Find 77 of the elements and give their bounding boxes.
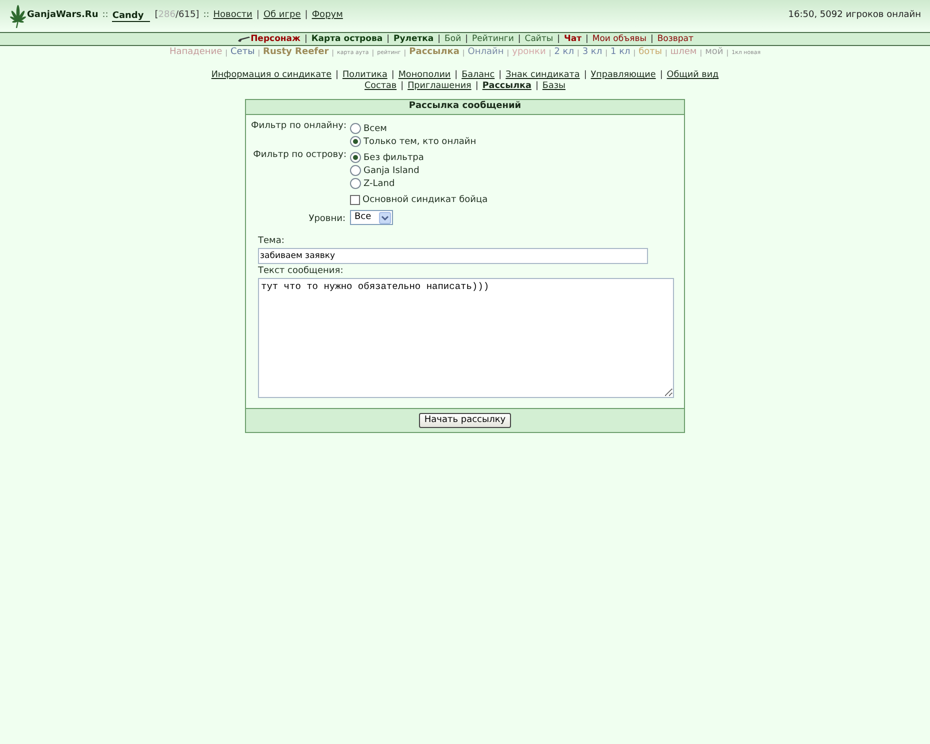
header-divider: :: — [102, 9, 108, 22]
syndicate-menu-link[interactable]: Информация о синдикате — [211, 70, 332, 81]
radio-label: Без фильтра — [363, 152, 424, 166]
syndicate-menu-link[interactable]: Управляющие — [590, 70, 656, 81]
syndicate-menu-link[interactable]: Баланс — [462, 70, 495, 81]
link-separator: | — [498, 70, 502, 81]
checkbox-label: Основной синдикат бойца — [362, 194, 488, 208]
radio-label: Z-Land — [363, 178, 395, 192]
radio-label: Ganja Island — [363, 165, 420, 178]
link-separator: | — [465, 32, 468, 46]
link-separator: | — [336, 70, 338, 81]
chevron-down-icon — [379, 212, 392, 224]
link-separator: | — [454, 70, 458, 81]
link-separator: | — [586, 32, 588, 46]
filter-label: Фильтр по онлайну: — [251, 120, 346, 132]
checkbox[interactable] — [350, 194, 360, 204]
radio-button[interactable] — [350, 123, 362, 134]
link-separator: | — [400, 81, 404, 92]
subject-input[interactable]: забиваем заявку — [258, 248, 648, 264]
link-separator: | — [256, 9, 260, 22]
syndicate-menu-link[interactable]: Состав — [364, 81, 397, 92]
health-counter: [286/615] — [154, 9, 200, 22]
nav-link[interactable]: Бой — [444, 32, 462, 46]
leaf-logo-icon — [10, 4, 26, 28]
link-separator: | — [557, 32, 560, 46]
radio-label: Всем — [363, 123, 387, 136]
message-label: Текст сообщения: — [258, 266, 344, 276]
rifle-icon — [236, 35, 250, 43]
syndicate-menu-link[interactable]: Рассылка — [482, 81, 532, 92]
nav-link[interactable]: Персонаж — [250, 32, 300, 46]
radio-label: Только тем, кто онлайн — [363, 136, 476, 150]
header-divider: :: — [203, 9, 210, 22]
link-separator: | — [535, 81, 538, 92]
link-separator: | — [304, 32, 308, 46]
nav-link[interactable]: Карта острова — [311, 32, 383, 46]
syndicate-menu-link[interactable]: Приглашения — [408, 81, 472, 92]
radio-button[interactable] — [350, 165, 362, 176]
nav-link[interactable]: Рулетка — [393, 32, 434, 46]
quick-link[interactable]: 2 кл — [554, 46, 574, 60]
header-link[interactable]: Форум — [312, 9, 343, 23]
start-mailing-button[interactable]: Начать рассылку — [419, 412, 511, 428]
syndicate-menu-link[interactable]: Политика — [342, 70, 388, 81]
link-separator: | — [475, 81, 478, 92]
syndicate-menu-link[interactable]: Монополии — [398, 70, 451, 81]
player-name-link[interactable]: Candy — [112, 10, 150, 22]
quick-link[interactable]: 1 кл — [610, 46, 630, 60]
filter-label: Фильтр по острову: — [252, 149, 346, 161]
link-separator: | — [584, 70, 587, 81]
message-textarea[interactable]: тут что то нужно обязательно написать))) — [258, 278, 674, 398]
nav-link[interactable]: Возврат — [657, 32, 694, 46]
link-separator: | — [660, 70, 663, 81]
syndicate-menu-link[interactable]: Базы — [542, 81, 566, 92]
quick-link[interactable]: Сеты — [230, 46, 255, 60]
header-link[interactable]: Новости — [213, 9, 252, 23]
radio-button[interactable] — [350, 178, 362, 189]
nav-link[interactable]: Рейтинги — [472, 32, 514, 46]
subject-label: Тема: — [258, 236, 286, 246]
online-status: 16:50, 5092 игроков онлайн — [788, 9, 921, 22]
levels-select[interactable]: Все — [350, 210, 394, 225]
nav-link[interactable]: Сайты — [524, 32, 554, 46]
link-separator: | — [304, 9, 308, 22]
header-link[interactable]: Об игре — [263, 9, 301, 23]
radio-button[interactable] — [350, 152, 362, 163]
link-separator: | — [386, 32, 390, 46]
nav-link[interactable]: Чат — [564, 32, 582, 46]
levels-label: Уровни: — [308, 213, 346, 226]
syndicate-menu-link[interactable]: Общий вид — [666, 70, 719, 81]
link-separator: | — [438, 32, 441, 46]
quick-link[interactable]: 3 кл — [582, 46, 602, 60]
syndicate-menu-link[interactable]: Знак синдиката — [506, 70, 580, 81]
site-name[interactable]: GanjaWars.Ru — [27, 9, 98, 23]
link-separator: | — [518, 32, 521, 46]
nav-link[interactable]: Мои объявы — [592, 32, 646, 46]
link-separator: | — [650, 32, 654, 46]
panel-title: Рассылка сообщений — [408, 100, 522, 114]
radio-button[interactable] — [350, 136, 362, 147]
link-separator: | — [391, 70, 394, 81]
